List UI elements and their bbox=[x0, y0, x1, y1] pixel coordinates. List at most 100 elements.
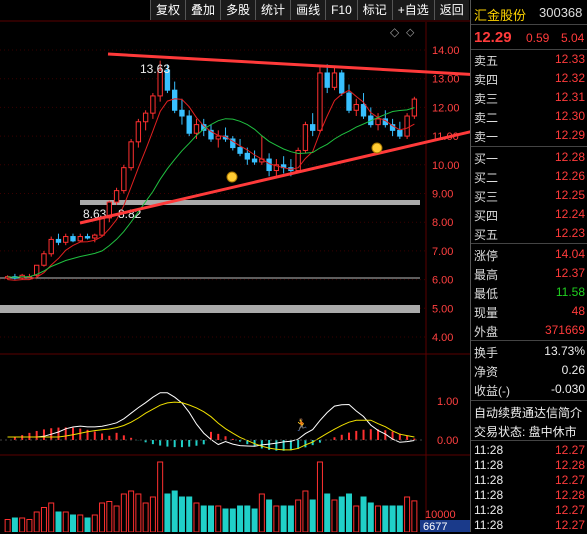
price-tick-label: 6.00 bbox=[432, 275, 453, 287]
price-change: 0.59 bbox=[526, 31, 550, 45]
tick-price: 12.28 bbox=[554, 488, 585, 502]
volume-bar bbox=[309, 499, 316, 532]
stat-label: 换手 bbox=[474, 346, 499, 360]
volume-bar bbox=[258, 493, 265, 532]
ask-row-3[interactable]: 卖三 12.31 bbox=[471, 88, 587, 107]
candle-body bbox=[310, 124, 316, 131]
volume-bar bbox=[346, 493, 352, 532]
candle-body bbox=[397, 129, 403, 137]
kline-chart[interactable]: 14.0013.0012.0011.0010.009.008.007.006.0… bbox=[0, 0, 470, 532]
volume-bar bbox=[106, 501, 113, 532]
overlay-button[interactable]: 叠加 bbox=[185, 0, 221, 20]
volume-bar bbox=[273, 505, 280, 532]
ask-label: 卖二 bbox=[474, 111, 499, 125]
ask-label: 卖四 bbox=[474, 73, 499, 87]
bid-price: 12.24 bbox=[554, 207, 585, 221]
price-tick-label: 12.00 bbox=[432, 102, 460, 114]
tick-price: 12.27 bbox=[554, 518, 585, 532]
volume-bar bbox=[149, 496, 156, 532]
bid-row-3[interactable]: 买三 12.25 bbox=[471, 186, 587, 205]
volume-bar bbox=[287, 505, 294, 532]
candle-body bbox=[404, 115, 410, 137]
volume-bar bbox=[237, 505, 244, 532]
divider bbox=[471, 440, 587, 441]
volume-bar bbox=[99, 502, 106, 532]
support-band bbox=[80, 200, 420, 205]
money-bag-icon bbox=[371, 142, 383, 154]
high-annotation: 13.63 bbox=[140, 62, 170, 76]
price-tick-label: 4.00 bbox=[432, 332, 453, 344]
bid-price: 12.25 bbox=[554, 188, 585, 202]
candle-body bbox=[128, 141, 134, 169]
macd-dea-line bbox=[7, 401, 415, 451]
multi-stock-button[interactable]: 多股 bbox=[220, 0, 256, 20]
macd-tick-label: 0.00 bbox=[437, 435, 458, 447]
add-watchlist-button[interactable]: +自选 bbox=[391, 0, 434, 20]
volume-bar bbox=[70, 514, 76, 532]
ask-label: 卖三 bbox=[474, 92, 499, 106]
price-tick-label: 9.00 bbox=[432, 189, 453, 201]
bid-row-2[interactable]: 买二 12.26 bbox=[471, 167, 587, 186]
bid-row-5[interactable]: 买五 12.23 bbox=[471, 224, 587, 243]
f10-button[interactable]: F10 bbox=[325, 0, 357, 20]
bid-price: 12.23 bbox=[554, 226, 585, 240]
tick-price: 12.27 bbox=[554, 443, 585, 457]
stock-name[interactable]: 汇金股份 bbox=[474, 5, 526, 24]
volume-bar bbox=[186, 496, 193, 532]
stat-label: 最高 bbox=[474, 268, 499, 282]
stat-label: 现量 bbox=[474, 306, 499, 320]
candle-body bbox=[179, 109, 185, 117]
volume-bar bbox=[244, 505, 251, 532]
volume-bar bbox=[316, 461, 323, 532]
tick-time: 11:28 bbox=[474, 488, 504, 502]
ask-row-2[interactable]: 卖二 12.30 bbox=[471, 107, 587, 126]
ask-label: 卖一 bbox=[474, 130, 499, 144]
volume-bar bbox=[411, 500, 418, 532]
ma-line bbox=[7, 89, 415, 281]
candle-body bbox=[317, 72, 323, 131]
ask-row-5[interactable]: 卖五 12.33 bbox=[471, 50, 587, 69]
stat-value: -0.030 bbox=[550, 382, 585, 396]
volume-bar bbox=[324, 493, 331, 532]
price-change-pct: 5.04 bbox=[561, 31, 585, 45]
bid-row-4[interactable]: 买四 12.24 bbox=[471, 205, 587, 224]
volume-bar bbox=[280, 505, 287, 532]
candle-body bbox=[121, 167, 127, 192]
volume-bar bbox=[11, 517, 18, 532]
stat-value: 0.26 bbox=[561, 363, 585, 377]
notice-link[interactable]: 自动续费通达信简介 bbox=[471, 404, 587, 421]
back-button[interactable]: 返回 bbox=[433, 0, 469, 20]
tick-time: 11:28 bbox=[474, 473, 504, 487]
candle-body bbox=[48, 238, 54, 255]
volume-bar bbox=[33, 511, 40, 532]
ask-row-1[interactable]: 卖一 12.29 bbox=[471, 126, 587, 145]
candle-body bbox=[63, 236, 69, 243]
restore-rights-button[interactable]: 复权 bbox=[150, 0, 186, 20]
price-tick-label: 14.00 bbox=[432, 45, 460, 57]
draw-line-button[interactable]: 画线 bbox=[290, 0, 326, 20]
divider bbox=[471, 400, 587, 401]
volume-bar bbox=[396, 505, 403, 532]
candle-body bbox=[266, 158, 272, 172]
bid-row-1[interactable]: 买一 12.28 bbox=[471, 148, 587, 167]
candle-body bbox=[339, 72, 345, 94]
volume-bar bbox=[353, 505, 360, 532]
bid-label: 买四 bbox=[474, 209, 499, 223]
ask-row-4[interactable]: 卖四 12.32 bbox=[471, 69, 587, 88]
volume-bar bbox=[193, 502, 200, 532]
volume-bar bbox=[77, 514, 84, 532]
candle-body bbox=[193, 124, 200, 134]
statistics-button[interactable]: 统计 bbox=[255, 0, 291, 20]
volume-bar bbox=[48, 502, 55, 532]
volume-bar bbox=[4, 519, 11, 532]
ask-price: 12.33 bbox=[554, 52, 585, 66]
divider bbox=[471, 340, 587, 341]
ask-label: 卖五 bbox=[474, 54, 499, 68]
stat-value: 371669 bbox=[544, 323, 585, 337]
candle-body bbox=[172, 89, 178, 111]
volume-bar bbox=[382, 505, 389, 532]
volume-bar bbox=[120, 493, 127, 532]
candle-body bbox=[84, 236, 91, 239]
stat-limit-up: 涨停 14.04 bbox=[471, 245, 587, 264]
mark-button[interactable]: 标记 bbox=[356, 0, 392, 20]
